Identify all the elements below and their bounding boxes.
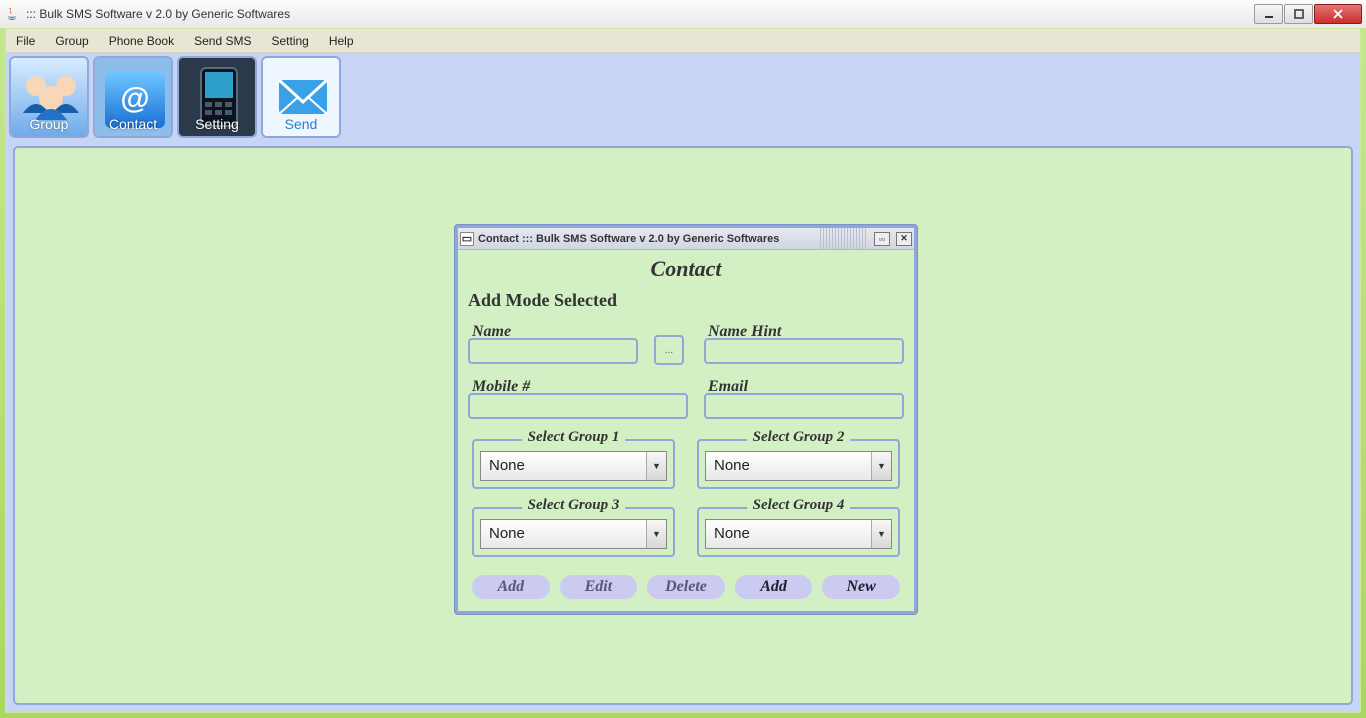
internal-window-icon: ▭ <box>460 232 474 246</box>
toolbar-contact-button[interactable]: @ Contact <box>93 56 173 138</box>
menu-setting[interactable]: Setting <box>261 29 318 52</box>
contact-close-button[interactable]: ✕ <box>896 232 912 246</box>
group-3-box: Select Group 3 None ▼ <box>472 507 675 557</box>
name-hint-field[interactable] <box>704 338 904 364</box>
toolbar-contact-label: Contact <box>109 116 157 132</box>
group-3-combo[interactable]: None ▼ <box>480 519 667 549</box>
menu-group[interactable]: Group <box>45 29 98 52</box>
toolbar-send-button[interactable]: Send <box>261 56 341 138</box>
chevron-down-icon[interactable]: ▼ <box>871 452 891 480</box>
contact-heading: Contact <box>468 256 904 282</box>
menu-phone-book[interactable]: Phone Book <box>99 29 184 52</box>
menu-send-sms[interactable]: Send SMS <box>184 29 261 52</box>
group-4-value: None <box>706 520 871 548</box>
email-field[interactable] <box>704 393 904 419</box>
contact-body: Contact Add Mode Selected Name ... Name … <box>458 250 914 611</box>
close-button[interactable] <box>1314 4 1362 24</box>
contact-window-title: Contact ::: Bulk SMS Software v 2.0 by G… <box>478 233 816 245</box>
action-button-row: Add Edit Delete Add New <box>468 575 904 599</box>
group-1-box: Select Group 1 None ▼ <box>472 439 675 489</box>
group-4-box: Select Group 4 None ▼ <box>697 507 900 557</box>
group-2-legend: Select Group 2 <box>747 429 851 446</box>
group-selectors: Select Group 1 None ▼ Select Group 2 Non… <box>468 439 904 557</box>
group-4-legend: Select Group 4 <box>747 497 851 514</box>
window-controls <box>1253 4 1362 24</box>
chevron-down-icon[interactable]: ▼ <box>871 520 891 548</box>
mode-label: Add Mode Selected <box>468 290 904 311</box>
contact-titlebar[interactable]: ▭ Contact ::: Bulk SMS Software v 2.0 by… <box>458 228 914 250</box>
group-4-combo[interactable]: None ▼ <box>705 519 892 549</box>
delete-button-disabled: Delete <box>647 575 725 599</box>
minimize-button[interactable] <box>1254 4 1283 24</box>
toolbar-setting-label: Setting <box>195 116 239 132</box>
chevron-down-icon[interactable]: ▼ <box>646 452 666 480</box>
contact-maximize-button[interactable]: ▫▫ <box>874 232 890 246</box>
edit-button-disabled: Edit <box>560 575 638 599</box>
app-frame: File Group Phone Book Send SMS Setting H… <box>5 28 1361 713</box>
toolbar-group-button[interactable]: Group <box>9 56 89 138</box>
group-1-legend: Select Group 1 <box>522 429 626 446</box>
group-3-value: None <box>481 520 646 548</box>
new-button[interactable]: New <box>822 575 900 599</box>
workspace: ▭ Contact ::: Bulk SMS Software v 2.0 by… <box>13 146 1353 705</box>
toolbar-setting-button[interactable]: Setting <box>177 56 257 138</box>
java-icon <box>4 6 20 22</box>
browse-button[interactable]: ... <box>654 335 684 365</box>
svg-text:@: @ <box>120 82 149 115</box>
menubar: File Group Phone Book Send SMS Setting H… <box>6 29 1360 53</box>
toolbar: Group @ Contact Setting <box>6 53 1360 141</box>
group-1-combo[interactable]: None ▼ <box>480 451 667 481</box>
add-button-disabled: Add <box>472 575 550 599</box>
field-grid: Name ... Name Hint Mobile # Email <box>468 323 904 419</box>
menu-help[interactable]: Help <box>319 29 364 52</box>
mobile-field[interactable] <box>468 393 688 419</box>
toolbar-send-label: Send <box>285 116 318 132</box>
group-2-value: None <box>706 452 871 480</box>
group-1-value: None <box>481 452 646 480</box>
menu-file[interactable]: File <box>6 29 45 52</box>
titlebar: ::: Bulk SMS Software v 2.0 by Generic S… <box>0 0 1366 28</box>
maximize-button[interactable] <box>1284 4 1313 24</box>
name-field[interactable] <box>468 338 638 364</box>
chevron-down-icon[interactable]: ▼ <box>646 520 666 548</box>
group-2-combo[interactable]: None ▼ <box>705 451 892 481</box>
contact-window: ▭ Contact ::: Bulk SMS Software v 2.0 by… <box>455 225 917 614</box>
toolbar-group-label: Group <box>30 116 69 132</box>
group-3-legend: Select Group 3 <box>522 497 626 514</box>
titlebar-grip <box>820 228 868 249</box>
window-title: ::: Bulk SMS Software v 2.0 by Generic S… <box>26 7 290 21</box>
add-button[interactable]: Add <box>735 575 813 599</box>
group-2-box: Select Group 2 None ▼ <box>697 439 900 489</box>
